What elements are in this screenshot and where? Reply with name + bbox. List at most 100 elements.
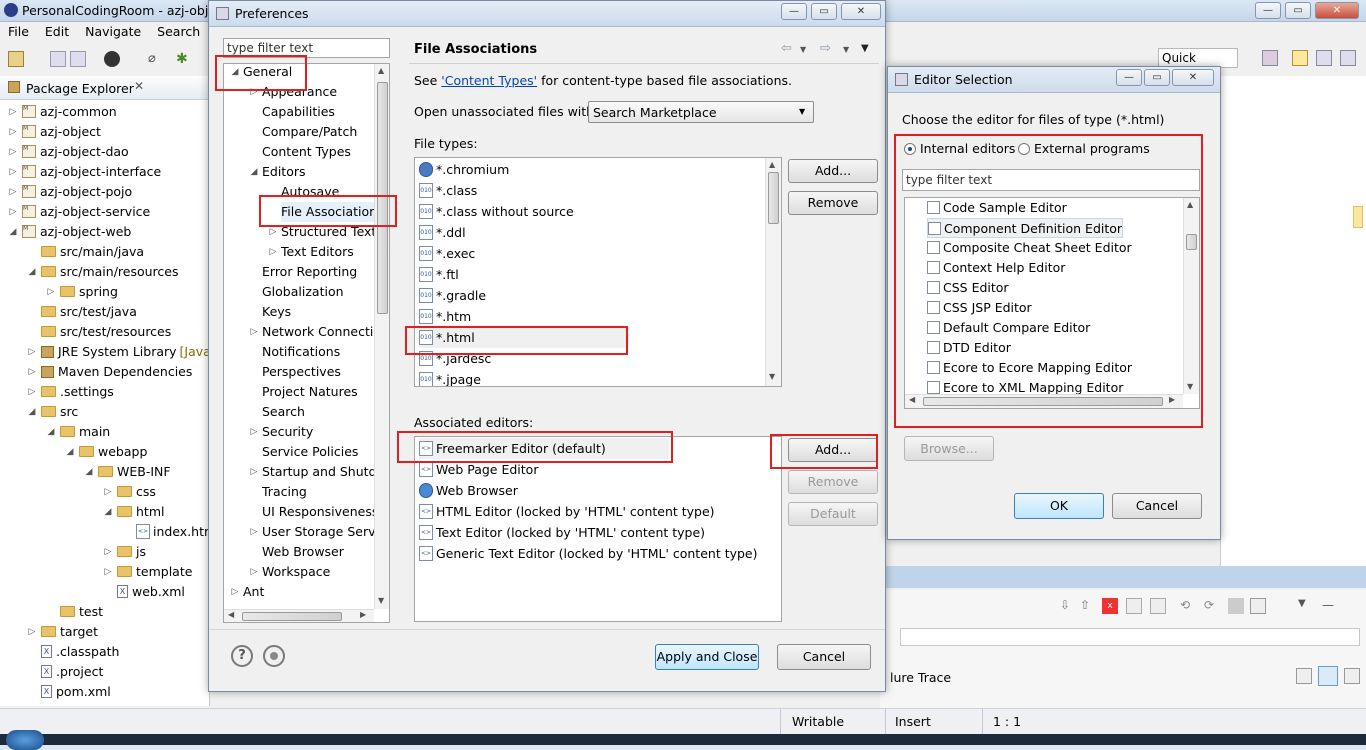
package-explorer-item[interactable]: Mazj-object-web — [22, 222, 131, 242]
package-explorer-item[interactable]: src/test/resources — [41, 322, 171, 342]
collapsed-arrow-icon[interactable]: ▷ — [8, 162, 18, 182]
editor-selection-close-button[interactable]: ✕ — [1172, 69, 1214, 86]
package-explorer-item[interactable]: js — [117, 542, 146, 562]
package-explorer-item[interactable]: Xpom.xml — [41, 682, 111, 702]
copy-trace-icon[interactable] — [1344, 668, 1360, 684]
debug-icon[interactable]: ✱ — [176, 51, 192, 67]
help-icon[interactable]: ? — [231, 645, 253, 667]
editors-add-button[interactable]: Add... — [788, 438, 878, 462]
package-explorer-tab[interactable]: Package Explorer ✕ — [0, 76, 210, 100]
hscroll-thumb[interactable] — [242, 612, 342, 621]
menu-search[interactable]: Search — [157, 24, 200, 39]
preferences-maximize-button[interactable]: ▭ — [811, 3, 837, 20]
forward-arrow-icon[interactable]: ⇨ — [820, 41, 831, 56]
preferences-tree-item[interactable]: Capabilities — [262, 102, 335, 122]
collapsed-arrow-icon[interactable]: ▷ — [27, 342, 37, 362]
editor-filter-input[interactable] — [902, 169, 1200, 191]
preferences-tree-item[interactable]: Startup and Shutd — [262, 462, 376, 482]
expanded-arrow-icon[interactable]: ◢ — [103, 502, 113, 522]
collapsed-arrow-icon[interactable]: ▷ — [249, 522, 259, 542]
package-explorer-item[interactable]: Mazj-common — [22, 102, 117, 122]
preferences-tree-item[interactable]: Error Reporting — [262, 262, 357, 282]
collapsed-arrow-icon[interactable]: ▷ — [8, 182, 18, 202]
package-explorer-item[interactable]: JRE System Library [Java — [41, 342, 211, 362]
scroll-down-icon[interactable]: ▼ — [378, 596, 384, 605]
collapsed-arrow-icon[interactable]: ▷ — [268, 242, 278, 262]
scroll-up-icon[interactable]: ▲ — [1187, 200, 1193, 209]
package-explorer-item[interactable]: spring — [60, 282, 118, 302]
package-explorer-item[interactable]: X .project — [41, 662, 103, 682]
package-explorer-item[interactable]: target — [41, 622, 98, 642]
package-explorer-item[interactable]: WEB-INF — [98, 462, 171, 482]
debug-settings-icon[interactable] — [104, 51, 120, 67]
back-menu-icon[interactable]: ▼ — [800, 45, 806, 54]
internal-editor-item[interactable]: CSS Editor — [927, 278, 1009, 298]
associated-editor-item[interactable]: Web Browser — [419, 480, 518, 501]
forward-menu-icon[interactable]: ▼ — [843, 45, 849, 54]
preferences-tree-item[interactable]: Compare/Patch — [262, 122, 357, 142]
preferences-tree-item[interactable]: User Storage Serv — [262, 522, 376, 542]
package-explorer-item[interactable]: Mazj-object-service — [22, 202, 150, 222]
collapsed-arrow-icon[interactable]: ▷ — [103, 562, 113, 582]
preferences-filter-input[interactable] — [223, 38, 390, 58]
ok-button[interactable]: OK — [1014, 493, 1104, 519]
expanded-arrow-icon[interactable]: ◢ — [84, 462, 94, 482]
collapsed-arrow-icon[interactable]: ▷ — [249, 462, 259, 482]
preferences-tree-item[interactable]: UI Responsiveness — [262, 502, 378, 522]
new-icon[interactable] — [8, 51, 24, 67]
back-arrow-icon[interactable]: ⇦ — [781, 41, 792, 56]
package-explorer-item[interactable]: Mazj-object-pojo — [22, 182, 132, 202]
preferences-minimize-button[interactable]: — — [781, 3, 807, 20]
preferences-tree-item[interactable]: Workspace — [262, 562, 330, 582]
editors-remove-button[interactable]: Remove — [788, 470, 878, 494]
page-menu-icon[interactable]: ▼ — [861, 43, 869, 54]
java-ee-perspective-icon[interactable] — [1292, 50, 1308, 66]
menu-file[interactable]: File — [8, 24, 29, 39]
scroll-left-icon[interactable]: ◀ — [228, 610, 234, 619]
preferences-tree-item[interactable]: Ant — [243, 582, 264, 602]
file-type-item[interactable]: 010 *.ftl — [419, 264, 459, 285]
package-explorer-item[interactable]: css — [117, 482, 156, 502]
package-explorer-item[interactable]: template — [117, 562, 192, 582]
associated-editor-item[interactable]: <> Freemarker Editor (default) — [419, 438, 669, 459]
main-maximize-button[interactable]: ▭ — [1285, 2, 1311, 19]
preferences-tree-hscrollbar[interactable]: ◀ ▶ — [224, 609, 374, 622]
editor-selection-minimize-button[interactable]: — — [1116, 69, 1142, 86]
editors-hscrollbar[interactable]: ◀ ▶ — [905, 394, 1183, 408]
package-explorer-item[interactable]: src — [41, 402, 78, 422]
collapsed-arrow-icon[interactable]: ▷ — [249, 322, 259, 342]
quick-access-field[interactable]: Quick Access — [1158, 48, 1238, 79]
file-types-add-button[interactable]: Add... — [788, 159, 878, 183]
collapsed-arrow-icon[interactable]: ▷ — [8, 122, 18, 142]
preferences-cancel-button[interactable]: Cancel — [777, 644, 871, 670]
open-perspective-icon[interactable] — [1262, 50, 1278, 66]
close-view-icon[interactable]: ✕ — [134, 79, 144, 93]
preferences-tree-item[interactable]: Structured Text — [281, 222, 376, 242]
save-icon[interactable] — [50, 51, 66, 67]
package-explorer-item[interactable]: Mazj-object-interface — [22, 162, 161, 182]
associated-editor-item[interactable]: <> Web Page Editor — [419, 459, 538, 480]
scroll-up-icon[interactable]: ▲ — [378, 66, 384, 75]
main-close-button[interactable]: ✕ — [1315, 2, 1359, 19]
package-explorer-item[interactable]: .settings — [41, 382, 114, 402]
associated-editor-item[interactable]: <> Generic Text Editor (locked by 'HTML' … — [419, 543, 758, 564]
expanded-arrow-icon[interactable]: ◢ — [27, 262, 37, 282]
import-export-icon[interactable] — [263, 645, 285, 667]
next-failure-icon[interactable]: ⇩ — [1060, 598, 1076, 614]
rerun-icon[interactable]: ⟲ — [1180, 598, 1196, 614]
collapsed-arrow-icon[interactable]: ▷ — [46, 282, 56, 302]
internal-editor-item[interactable]: Code Sample Editor — [927, 198, 1067, 218]
file-type-item[interactable]: *.chromium — [419, 159, 509, 180]
collapsed-arrow-icon[interactable]: ▷ — [27, 362, 37, 382]
editor-selection-cancel-button[interactable]: Cancel — [1112, 493, 1202, 519]
expanded-arrow-icon[interactable]: ◢ — [249, 162, 259, 182]
internal-editor-item[interactable]: Context Help Editor — [927, 258, 1065, 278]
preferences-tree-item[interactable]: Web Browser — [262, 542, 344, 562]
package-explorer-item[interactable]: X .classpath — [41, 642, 119, 662]
package-explorer-item[interactable]: Mazj-object — [22, 122, 101, 142]
menu-navigate[interactable]: Navigate — [85, 24, 141, 39]
scroll-down-icon[interactable]: ▼ — [1187, 382, 1193, 391]
preferences-tree-item[interactable]: Globalization — [262, 282, 344, 302]
expanded-arrow-icon[interactable]: ◢ — [8, 222, 18, 242]
file-types-scrollbar[interactable]: ▲ ▼ — [765, 158, 781, 386]
